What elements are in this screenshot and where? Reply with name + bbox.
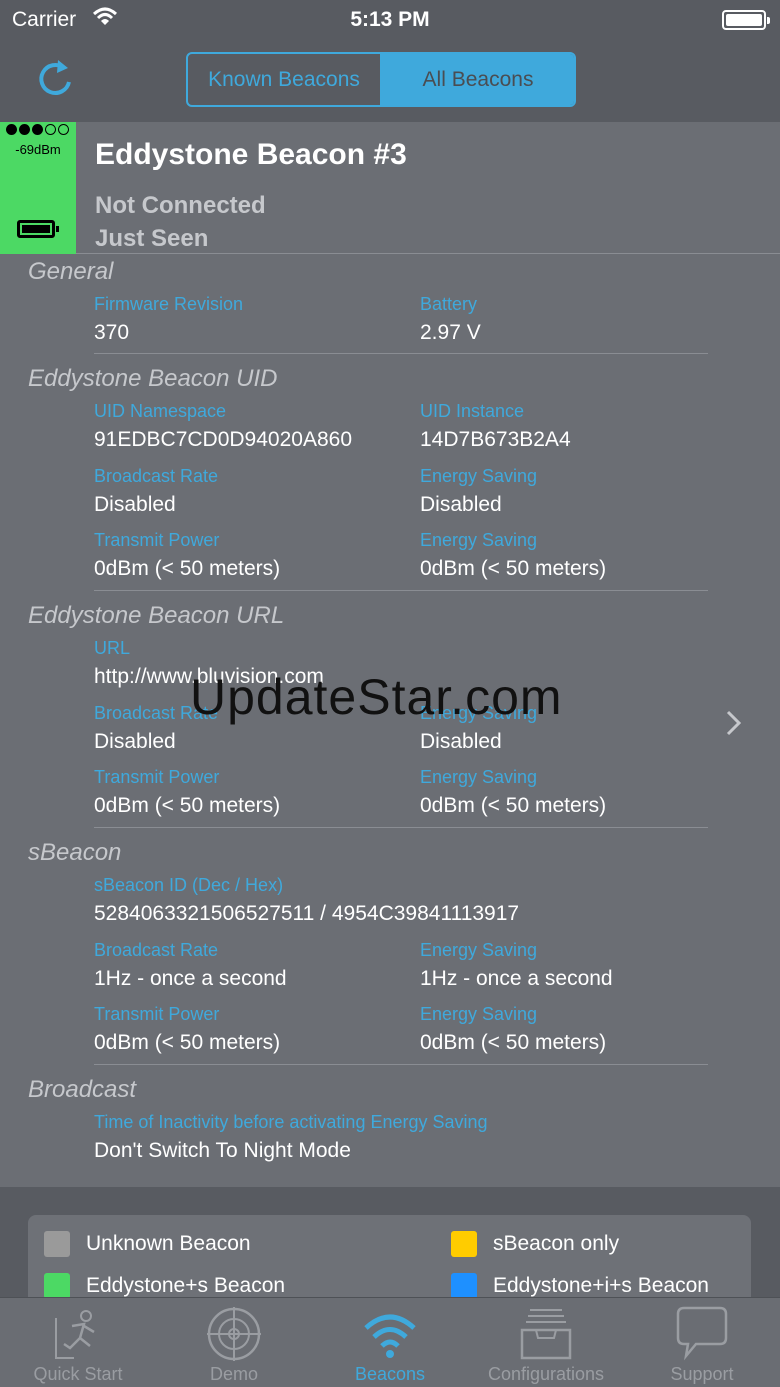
uid-power-energy-saving-label: Energy Saving	[420, 530, 538, 550]
sbeacon-rate-energy-saving-value: 1Hz - once a second	[420, 967, 613, 990]
battery-value: 2.97 V	[420, 321, 481, 344]
battery-label: Battery	[420, 294, 478, 314]
legend-swatch	[451, 1273, 477, 1299]
legend-area: Unknown Beacon sBeacon only Eddystone+s …	[0, 1187, 780, 1315]
url-value: http://www.bluvision.com	[94, 665, 324, 688]
connection-status: Not Connected	[95, 192, 266, 219]
chevron-right-icon[interactable]	[724, 708, 744, 738]
url-rate-energy-saving-value: Disabled	[420, 730, 502, 753]
legend-label: Unknown Beacon	[86, 1232, 251, 1255]
last-seen: Just Seen	[95, 225, 209, 252]
segment-all-beacons[interactable]: All Beacons	[380, 54, 574, 105]
section-broadcast-title: Broadcast	[28, 1076, 137, 1103]
tab-demo[interactable]: Demo	[156, 1298, 312, 1387]
uid-power-energy-saving-value: 0dBm (< 50 meters)	[420, 557, 607, 580]
tab-configurations[interactable]: Configurations	[468, 1298, 624, 1387]
legend-item-eddystone-s: Eddystone+s Beacon	[44, 1273, 285, 1299]
wifi-icon	[364, 1314, 416, 1358]
url-broadcast-rate-value: Disabled	[94, 730, 176, 753]
legend-label: Eddystone+s Beacon	[86, 1274, 286, 1297]
signal-dot	[58, 124, 69, 135]
sbeacon-transmit-power-label: Transmit Power	[94, 1004, 220, 1024]
uid-transmit-power-label: Transmit Power	[94, 530, 220, 550]
tab-label: Support	[670, 1364, 734, 1384]
uid-rate-energy-saving-value: Disabled	[420, 493, 502, 516]
sbeacon-rate-energy-saving-label: Energy Saving	[420, 940, 538, 960]
sbeacon-power-energy-saving-label: Energy Saving	[420, 1004, 538, 1024]
tab-quick-start[interactable]: Quick Start	[0, 1298, 156, 1387]
chat-bubble-icon	[676, 1306, 728, 1361]
signal-strength: -69dBm	[15, 142, 61, 157]
uid-namespace-value: 91EDBC7CD0D94020A860	[94, 428, 352, 451]
url-power-energy-saving-value: 0dBm (< 50 meters)	[420, 794, 607, 817]
signal-dot	[32, 124, 43, 135]
nav-bar: Known Beacons All Beacons	[0, 40, 780, 122]
signal-dot	[19, 124, 30, 135]
status-bar: Carrier 5:13 PM	[0, 0, 780, 40]
signal-dots	[6, 124, 69, 135]
section-general-title: General	[28, 258, 114, 285]
signal-dot	[45, 124, 56, 135]
legend-swatch	[44, 1231, 70, 1257]
beacon-name: Eddystone Beacon #3	[95, 138, 407, 171]
tab-bar: Quick Start Demo Beacons Configurations	[0, 1297, 780, 1387]
uid-transmit-power-value: 0dBm (< 50 meters)	[94, 557, 281, 580]
url-transmit-power-label: Transmit Power	[94, 767, 220, 787]
divider	[94, 827, 708, 828]
sbeacon-transmit-power-value: 0dBm (< 50 meters)	[94, 1031, 281, 1054]
uid-instance-label: UID Instance	[420, 401, 525, 421]
uid-rate-energy-saving-label: Energy Saving	[420, 466, 538, 486]
segment-known-beacons[interactable]: Known Beacons	[188, 54, 380, 105]
url-power-energy-saving-label: Energy Saving	[420, 767, 538, 787]
uid-instance-value: 14D7B673B2A4	[420, 428, 571, 451]
refresh-icon[interactable]	[34, 58, 76, 100]
uid-broadcast-rate-value: Disabled	[94, 493, 176, 516]
divider	[94, 1064, 708, 1065]
firmware-value: 370	[94, 321, 130, 344]
url-label: URL	[94, 638, 131, 658]
legend-swatch	[44, 1273, 70, 1299]
uid-broadcast-rate-label: Broadcast Rate	[94, 466, 219, 486]
url-transmit-power-value: 0dBm (< 50 meters)	[94, 794, 281, 817]
legend-item-eddystone-i-s: Eddystone+i+s Beacon	[451, 1273, 709, 1299]
tab-beacons[interactable]: Beacons	[312, 1298, 468, 1387]
url-broadcast-rate-label: Broadcast Rate	[94, 703, 219, 723]
section-sbeacon-title: sBeacon	[28, 839, 122, 866]
url-rate-energy-saving-label: Energy Saving	[420, 703, 538, 723]
legend-item-sbeacon: sBeacon only	[451, 1231, 619, 1257]
uid-namespace-label: UID Namespace	[94, 401, 227, 421]
beacon-header[interactable]: -69dBm Eddystone Beacon #3 Not Connected…	[0, 122, 780, 254]
beacon-battery-icon	[17, 220, 59, 238]
tab-support[interactable]: Support	[624, 1298, 780, 1387]
section-url-title: Eddystone Beacon URL	[28, 602, 285, 629]
radar-icon	[207, 1307, 261, 1361]
battery-icon	[722, 10, 770, 30]
signal-dot	[6, 124, 17, 135]
tab-label: Configurations	[487, 1364, 605, 1384]
runner-icon	[55, 1310, 95, 1359]
firmware-label: Firmware Revision	[94, 294, 244, 314]
divider	[94, 353, 708, 354]
sbeacon-broadcast-rate-label: Broadcast Rate	[94, 940, 219, 960]
inactivity-value: Don't Switch To Night Mode	[94, 1139, 351, 1162]
sbeacon-id-label: sBeacon ID (Dec / Hex)	[94, 875, 284, 895]
beacon-filter-segmented-control: Known Beacons All Beacons	[186, 52, 576, 107]
legend-label: sBeacon only	[493, 1232, 620, 1255]
tray-icon	[520, 1309, 572, 1360]
tab-label: Demo	[209, 1364, 258, 1384]
beacon-detail[interactable]: -69dBm Eddystone Beacon #3 Not Connected…	[0, 122, 780, 1187]
sbeacon-id-value: 5284063321506527511 / 4954C39841113917	[94, 902, 520, 925]
section-uid-title: Eddystone Beacon UID	[28, 365, 278, 392]
sbeacon-power-energy-saving-value: 0dBm (< 50 meters)	[420, 1031, 607, 1054]
tab-label: Quick Start	[33, 1364, 123, 1384]
legend-label: Eddystone+i+s Beacon	[493, 1274, 709, 1297]
legend-item-unknown: Unknown Beacon	[44, 1231, 251, 1257]
divider	[94, 590, 708, 591]
signal-indicator: -69dBm	[0, 122, 76, 254]
clock: 5:13 PM	[350, 8, 430, 31]
inactivity-label: Time of Inactivity before activating Ene…	[94, 1112, 488, 1132]
tab-label: Beacons	[354, 1364, 426, 1384]
legend-swatch	[451, 1231, 477, 1257]
sbeacon-broadcast-rate-value: 1Hz - once a second	[94, 967, 287, 990]
